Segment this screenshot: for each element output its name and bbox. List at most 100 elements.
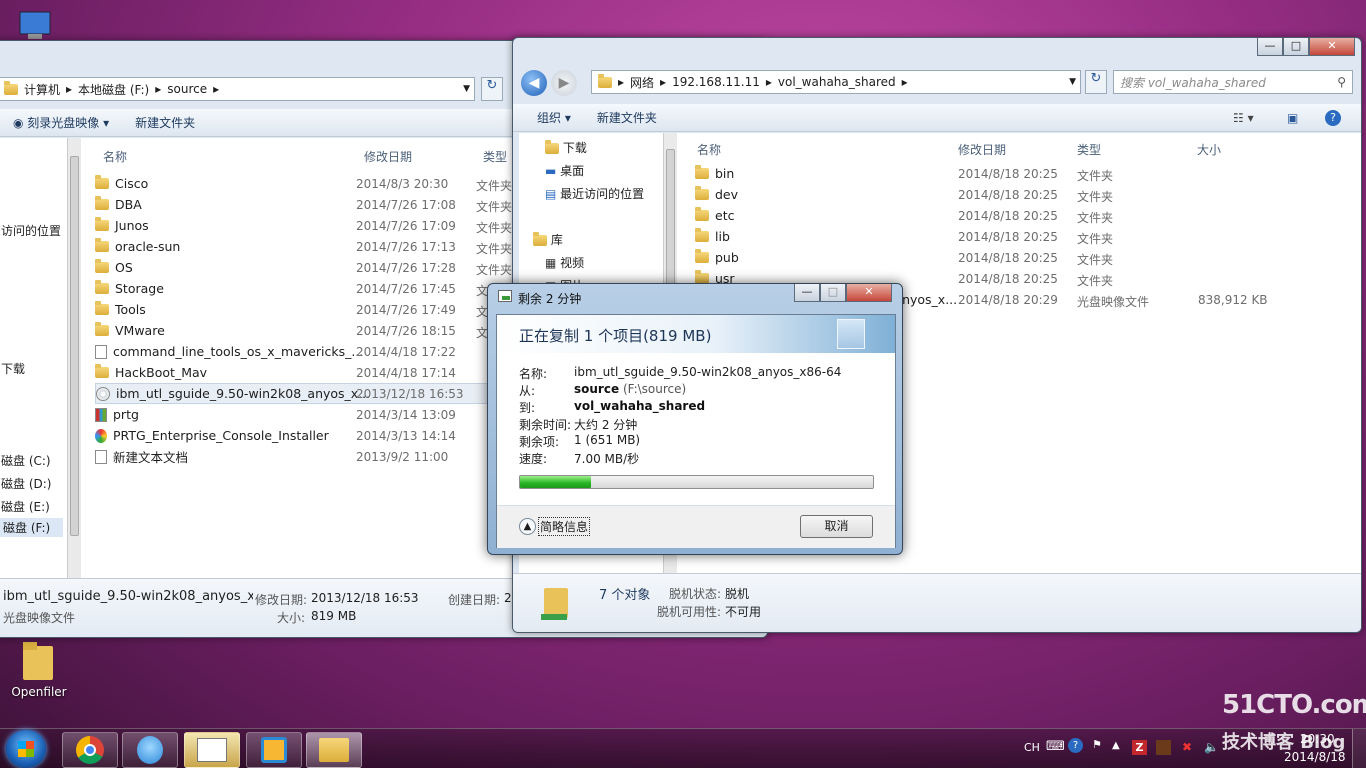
filezilla-icon[interactable]: Z xyxy=(1132,740,1147,755)
speaker-icon[interactable]: 🔈 xyxy=(1204,740,1219,754)
file-name[interactable]: Storage xyxy=(115,281,164,296)
new-folder-button[interactable]: 新建文件夹 xyxy=(597,109,657,126)
file-name[interactable]: command_line_tools_os_x_mavericks_... xyxy=(113,344,363,359)
view-options-icon[interactable]: ☷ ▾ xyxy=(1233,111,1254,125)
right-address-part-1[interactable]: 网络 xyxy=(630,74,654,91)
file-name[interactable]: prtg xyxy=(113,407,139,422)
col-header-name[interactable]: 名称 xyxy=(697,141,721,158)
file-name[interactable]: DBA xyxy=(115,197,142,212)
taskbar-chrome[interactable] xyxy=(62,732,118,768)
file-name[interactable]: OS xyxy=(115,260,133,275)
nav-item-video[interactable]: ▦ 视频 xyxy=(545,254,584,271)
nav-item-drive-e[interactable]: 磁盘 (E:) xyxy=(1,498,50,515)
new-folder-button[interactable]: 新建文件夹 xyxy=(135,114,195,131)
file-name[interactable]: oracle-sun xyxy=(115,239,180,254)
dialog-maximize-button[interactable]: □ xyxy=(820,284,846,302)
file-name[interactable]: PRTG_Enterprise_Console_Installer xyxy=(113,428,329,443)
left-address-part-3[interactable]: source xyxy=(167,82,207,96)
file-name[interactable]: Cisco xyxy=(115,176,148,191)
col-header-date[interactable]: 修改日期 xyxy=(958,141,1006,158)
file-type: 文件夹 xyxy=(1077,232,1114,246)
chevron-down-icon[interactable]: ▼ xyxy=(463,84,470,94)
taskbar-qq[interactable] xyxy=(122,732,178,768)
left-address-bar[interactable]: 计算机 ▸ 本地磁盘 (F:) ▸ source ▸ ▼ xyxy=(0,77,475,101)
col-header-type[interactable]: 类型 xyxy=(1077,141,1101,158)
back-button[interactable]: ◀ xyxy=(521,70,547,96)
nav-item-downloads[interactable]: 下载 xyxy=(545,139,587,156)
file-row[interactable]: etc xyxy=(695,205,945,226)
file-name[interactable]: lib xyxy=(715,229,730,244)
file-name[interactable]: HackBoot_Mav xyxy=(115,365,207,380)
nav-item-drive-f[interactable]: 磁盘 (F:) xyxy=(0,518,63,537)
file-name[interactable]: dev xyxy=(715,187,738,202)
clock-time[interactable]: 20:30 xyxy=(1300,732,1335,746)
tray-app-icon[interactable] xyxy=(1156,740,1171,755)
details-toggle-label[interactable]: 简略信息 xyxy=(538,517,591,536)
right-address-part-3[interactable]: vol_wahaha_shared xyxy=(778,75,896,89)
minimize-button[interactable]: — xyxy=(1257,38,1283,56)
chevron-up-icon[interactable]: ▲ xyxy=(519,518,536,535)
close-button[interactable]: ✕ xyxy=(1309,38,1355,56)
left-address-part-2[interactable]: 本地磁盘 (F:) xyxy=(78,81,149,98)
nav-item-recent[interactable]: ▤ 最近访问的位置 xyxy=(545,185,644,202)
right-address-bar[interactable]: ▸ 网络 ▸ 192.168.11.11 ▸ vol_wahaha_shared ▸ … xyxy=(591,70,1081,94)
help-icon[interactable]: ? xyxy=(1325,109,1341,126)
offline-avail-value: 不可用 xyxy=(725,605,762,619)
file-name[interactable]: Junos xyxy=(115,218,149,233)
col-header-type[interactable]: 类型 xyxy=(483,148,507,165)
left-refresh-button[interactable]: ↻ xyxy=(481,77,503,101)
preview-pane-icon[interactable]: ▣ xyxy=(1287,111,1298,125)
clock-date[interactable]: 2014/8/18 xyxy=(1284,750,1346,764)
col-header-name[interactable]: 名称 xyxy=(103,148,127,165)
nav-item-recent[interactable]: 访问的位置 xyxy=(1,222,61,239)
file-name[interactable]: 新建文本文档 xyxy=(113,447,188,466)
file-type: 文件夹 xyxy=(476,179,513,193)
dialog-minimize-button[interactable]: — xyxy=(794,284,820,302)
file-name[interactable]: ibm_utl_sguide_9.50-win2k08_anyos_x... xyxy=(116,386,370,401)
taskbar-app-3[interactable] xyxy=(184,732,240,768)
openfiler-desktop-icon[interactable]: Openfiler xyxy=(8,640,70,699)
details-toggle[interactable]: ▲ 简略信息 xyxy=(519,517,591,536)
file-name[interactable]: Tools xyxy=(115,302,146,317)
nav-item-drive-c[interactable]: 磁盘 (C:) xyxy=(1,452,51,469)
burn-image-button[interactable]: ◉ 刻录光盘映像 ▾ xyxy=(3,114,109,131)
show-desktop-button[interactable] xyxy=(1352,729,1366,768)
taskbar-explorer[interactable] xyxy=(306,732,362,768)
computer-icon[interactable] xyxy=(14,8,58,42)
tray-options-icon[interactable]: ⚑ xyxy=(1092,738,1102,751)
show-hidden-icons[interactable]: ▲ xyxy=(1112,740,1120,751)
file-name[interactable]: VMware xyxy=(115,323,165,338)
start-button[interactable] xyxy=(6,730,46,768)
nav-item-downloads[interactable]: 下载 xyxy=(1,360,25,377)
file-row[interactable]: lib xyxy=(695,226,945,247)
forward-button[interactable]: ▶ xyxy=(551,70,577,96)
to-value[interactable]: vol_wahaha_shared xyxy=(574,399,705,413)
nav-item-desktop[interactable]: ▬ 桌面 xyxy=(545,162,584,179)
file-row[interactable]: pub xyxy=(695,247,945,268)
help-tray-icon[interactable]: ? xyxy=(1068,738,1083,753)
file-row[interactable]: dev xyxy=(695,184,945,205)
maximize-button[interactable]: □ xyxy=(1283,38,1309,56)
right-address-part-2[interactable]: 192.168.11.11 xyxy=(672,75,760,89)
file-name[interactable]: pub xyxy=(715,250,739,265)
file-name[interactable]: bin xyxy=(715,166,734,181)
from-folder[interactable]: source xyxy=(574,382,619,396)
nav-item-library[interactable]: 库 xyxy=(533,231,563,248)
keyboard-icon[interactable]: ⌨ xyxy=(1046,739,1065,754)
network-error-icon[interactable]: ✖ xyxy=(1182,740,1192,754)
search-input[interactable]: 搜索 vol_wahaha_shared ⚲ xyxy=(1113,70,1353,94)
col-header-date[interactable]: 修改日期 xyxy=(364,148,412,165)
chevron-down-icon[interactable]: ▼ xyxy=(1069,77,1076,87)
left-nav-scrollbar[interactable] xyxy=(67,138,81,578)
nav-item-drive-d[interactable]: 磁盘 (D:) xyxy=(1,475,51,492)
file-name[interactable]: etc xyxy=(715,208,734,223)
organize-button[interactable]: 组织 ▾ xyxy=(523,109,571,126)
right-refresh-button[interactable]: ↻ xyxy=(1085,70,1107,94)
taskbar-vmware[interactable] xyxy=(246,732,302,768)
dialog-close-button[interactable]: ✕ xyxy=(846,284,892,302)
left-address-part-1[interactable]: 计算机 xyxy=(24,81,60,98)
language-indicator[interactable]: CH xyxy=(1024,741,1040,754)
cancel-button[interactable]: 取消 xyxy=(800,515,873,538)
col-header-size[interactable]: 大小 xyxy=(1197,141,1221,158)
file-row[interactable]: bin xyxy=(695,163,945,184)
